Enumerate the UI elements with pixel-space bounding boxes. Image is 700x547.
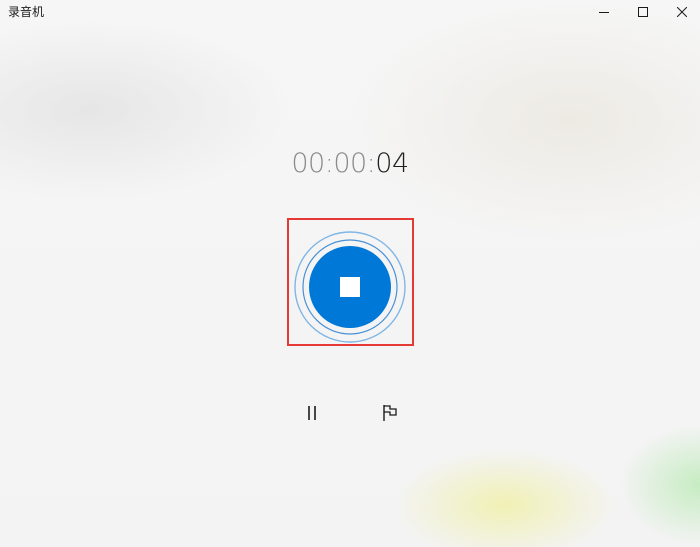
pause-icon bbox=[305, 405, 319, 425]
timer-hours: 00 bbox=[291, 148, 325, 179]
timer-minutes: 00 bbox=[333, 148, 367, 179]
flag-icon bbox=[381, 404, 399, 426]
minimize-button[interactable] bbox=[587, 0, 621, 24]
voice-recorder-window: 录音机 00:00:04 bbox=[0, 0, 700, 547]
title-bar[interactable]: 录音机 bbox=[0, 0, 700, 24]
add-marker-button[interactable] bbox=[375, 400, 405, 430]
close-button[interactable] bbox=[665, 0, 699, 24]
timer-seconds: 04 bbox=[375, 148, 409, 179]
maximize-button[interactable] bbox=[626, 0, 660, 24]
recording-timer: 00:00:04 bbox=[0, 145, 700, 183]
minimize-icon bbox=[599, 7, 609, 17]
timer-separator: : bbox=[366, 148, 376, 179]
stop-recording-button[interactable] bbox=[294, 231, 406, 343]
maximize-icon bbox=[638, 7, 648, 17]
close-icon bbox=[677, 7, 687, 17]
app-title: 录音机 bbox=[8, 5, 45, 19]
stop-icon bbox=[340, 277, 360, 297]
pause-button[interactable] bbox=[297, 400, 327, 430]
